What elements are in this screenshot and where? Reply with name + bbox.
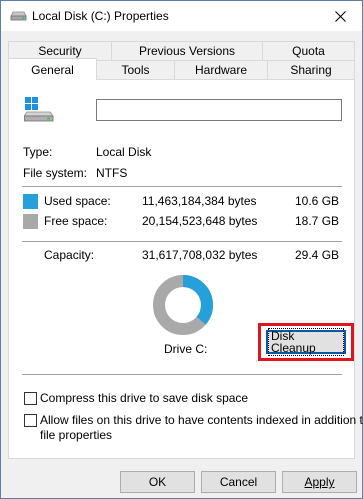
properties-window: Local Disk (C:) Properties Security Prev… bbox=[0, 0, 363, 499]
local-disk-icon bbox=[24, 97, 54, 122]
compress-label: Compress this drive to save disk space bbox=[40, 391, 249, 405]
general-panel: Type: Local Disk File system: NTFS Used … bbox=[8, 79, 363, 459]
ok-button[interactable]: OK bbox=[120, 471, 195, 493]
index-label-line2: file properties bbox=[40, 428, 113, 442]
free-space-swatch bbox=[23, 214, 38, 229]
divider bbox=[22, 374, 342, 375]
index-checkbox[interactable] bbox=[24, 414, 37, 427]
capacity-label: Capacity: bbox=[44, 248, 95, 262]
window-title: Local Disk (C:) Properties bbox=[32, 9, 169, 23]
divider bbox=[22, 241, 342, 242]
file-system-label: File system: bbox=[23, 166, 88, 180]
tab-previous-versions[interactable]: Previous Versions bbox=[111, 41, 263, 60]
type-label: Type: bbox=[23, 145, 53, 159]
file-system-value: NTFS bbox=[96, 166, 128, 180]
free-space-label: Free space: bbox=[44, 214, 108, 228]
tab-quota[interactable]: Quota bbox=[262, 41, 355, 60]
used-space-gb: 10.6 GB bbox=[295, 194, 340, 208]
apply-button[interactable]: Apply bbox=[282, 471, 357, 493]
index-label-line1: Allow files on this drive to have conten… bbox=[40, 413, 363, 427]
used-space-bytes: 11,463,184,384 bytes bbox=[142, 194, 257, 208]
capacity-gb: 29.4 GB bbox=[295, 248, 340, 262]
tab-general[interactable]: General bbox=[8, 58, 97, 80]
drive-icon bbox=[10, 11, 27, 21]
capacity-bytes: 31,617,708,032 bytes bbox=[142, 248, 258, 262]
title-bar[interactable]: Local Disk (C:) Properties bbox=[1, 1, 362, 31]
tab-hardware[interactable]: Hardware bbox=[174, 60, 268, 79]
dialog-body: Security Previous Versions Quota General… bbox=[1, 31, 363, 498]
usage-donut-chart bbox=[153, 275, 213, 335]
drive-label: Drive C: bbox=[164, 342, 208, 356]
disk-cleanup-label: Disk Cleanup bbox=[268, 328, 344, 356]
cancel-button[interactable]: Cancel bbox=[201, 471, 276, 493]
free-space-gb: 18.7 GB bbox=[295, 214, 340, 228]
type-value: Local Disk bbox=[96, 145, 152, 159]
close-button[interactable] bbox=[318, 1, 362, 31]
free-space-bytes: 20,154,523,648 bytes bbox=[142, 214, 258, 228]
used-space-swatch bbox=[23, 194, 38, 209]
used-space-label: Used space: bbox=[44, 194, 111, 208]
apply-label: Apply bbox=[304, 475, 335, 489]
divider bbox=[22, 186, 342, 187]
close-icon bbox=[334, 10, 346, 22]
disk-cleanup-button[interactable]: Disk Cleanup bbox=[266, 328, 346, 356]
tab-sharing[interactable]: Sharing bbox=[267, 60, 355, 79]
drive-name-input[interactable] bbox=[96, 99, 342, 121]
compress-checkbox[interactable] bbox=[24, 392, 37, 405]
tab-tools[interactable]: Tools bbox=[96, 60, 175, 79]
